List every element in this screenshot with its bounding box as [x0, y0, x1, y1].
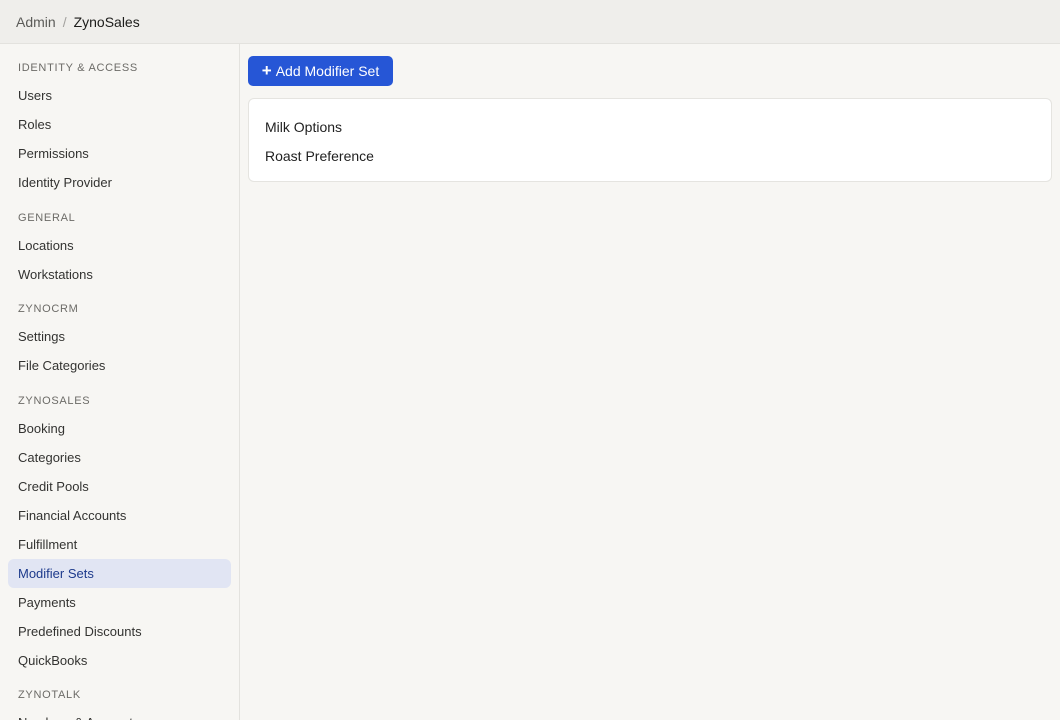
- sidebar-item-payments[interactable]: Payments: [8, 588, 231, 617]
- top-bar: Admin / ZynoSales: [0, 0, 1060, 44]
- modifier-set-list: Milk Options Roast Preference: [248, 98, 1052, 182]
- list-item[interactable]: Roast Preference: [249, 141, 1051, 170]
- sidebar-item-fulfillment[interactable]: Fulfillment: [8, 530, 231, 559]
- sidebar-item-credit-pools[interactable]: Credit Pools: [8, 472, 231, 501]
- breadcrumb-separator: /: [62, 13, 67, 30]
- sidebar-section: ZYNOCRM Settings File Categories: [0, 299, 239, 380]
- sidebar-section-title: ZYNOTALK: [18, 689, 81, 701]
- sidebar-section-title: GENERAL: [18, 212, 76, 224]
- sidebar-item-file-categories[interactable]: File Categories: [8, 351, 231, 380]
- sidebar-section: ZYNOSALES Booking Categories Credit Pools Fi…: [0, 391, 239, 675]
- add-modifier-set-button[interactable]: + Add Modifier Set: [248, 56, 393, 86]
- sidebar-item-users[interactable]: Users: [8, 81, 231, 110]
- sidebar-item-modifier-sets[interactable]: Modifier Sets: [8, 559, 231, 588]
- sidebar-item-financial-accounts[interactable]: Financial Accounts: [8, 501, 231, 530]
- sidebar-item-predefined-discounts[interactable]: Predefined Discounts: [8, 617, 231, 646]
- sidebar: IDENTITY & ACCESS Users Roles Permissions Id…: [0, 44, 240, 720]
- sidebar-item-booking[interactable]: Booking: [8, 414, 231, 443]
- sidebar-item-numbers-accounts[interactable]: Numbers & Accounts: [8, 708, 231, 720]
- sidebar-section: IDENTITY & ACCESS Users Roles Permissions Id…: [0, 58, 239, 197]
- sidebar-item-locations[interactable]: Locations: [8, 231, 231, 260]
- sidebar-item-workstations[interactable]: Workstations: [8, 260, 231, 289]
- sidebar-item-permissions[interactable]: Permissions: [8, 139, 231, 168]
- sidebar-item-categories[interactable]: Categories: [8, 443, 231, 472]
- plus-icon: +: [261, 61, 272, 80]
- sidebar-section: GENERAL Locations Workstations: [0, 208, 239, 289]
- sidebar-item-identity-provider[interactable]: Identity Provider: [8, 168, 231, 197]
- sidebar-section: ZYNOTALK Numbers & Accounts: [0, 685, 239, 720]
- add-modifier-set-label: Add Modifier Set: [275, 63, 380, 79]
- breadcrumb-admin[interactable]: Admin: [16, 14, 56, 30]
- sidebar-item-settings[interactable]: Settings: [8, 322, 231, 351]
- sidebar-item-quickbooks[interactable]: QuickBooks: [8, 646, 231, 675]
- sidebar-section-title: ZYNOCRM: [18, 303, 79, 315]
- sidebar-section-title: ZYNOSALES: [18, 395, 91, 407]
- main-content: + Add Modifier Set Milk Options Roast Pr…: [240, 44, 1060, 720]
- list-item[interactable]: Milk Options: [249, 112, 1051, 141]
- breadcrumb-current: ZynoSales: [73, 13, 140, 30]
- sidebar-section-title: IDENTITY & ACCESS: [18, 62, 138, 74]
- sidebar-item-roles[interactable]: Roles: [8, 110, 231, 139]
